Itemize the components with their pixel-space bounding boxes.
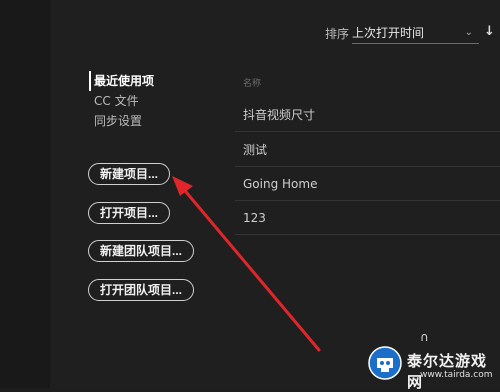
left-nav: 最近使用项 CC 文件 同步设置	[89, 71, 154, 131]
file-row[interactable]: 123	[235, 201, 500, 235]
nav-item-sync-settings[interactable]: 同步设置	[94, 111, 154, 131]
nav-item-cc-files[interactable]: CC 文件	[94, 91, 154, 111]
open-project-button[interactable]: 打开项目...	[88, 202, 171, 224]
sort-direction-arrow-down-icon[interactable]: ↓	[484, 24, 495, 39]
chevron-down-icon: ⌄	[464, 27, 473, 38]
left-edge-panel	[0, 0, 50, 388]
watermark-url: www.tairda.com	[420, 370, 493, 380]
sort-select[interactable]: 上次打开时间 ⌄	[352, 22, 479, 44]
watermark-logo-icon	[368, 346, 402, 380]
nav-item-recent[interactable]: 最近使用项	[89, 71, 154, 91]
sort-selected-value: 上次打开时间	[352, 26, 425, 40]
sort-label: 排序	[325, 27, 350, 41]
new-project-button[interactable]: 新建项目...	[88, 163, 171, 185]
file-row[interactable]: Going Home	[235, 167, 500, 201]
file-row[interactable]: 抖音视频尺寸	[235, 98, 500, 132]
open-team-project-button[interactable]: 打开团队项目...	[88, 279, 195, 301]
column-header-name[interactable]: 名称	[243, 76, 261, 89]
new-team-project-button[interactable]: 新建团队项目...	[88, 240, 195, 262]
file-row[interactable]: 测试	[235, 133, 500, 167]
cursor-artifact: ∩	[420, 330, 429, 344]
